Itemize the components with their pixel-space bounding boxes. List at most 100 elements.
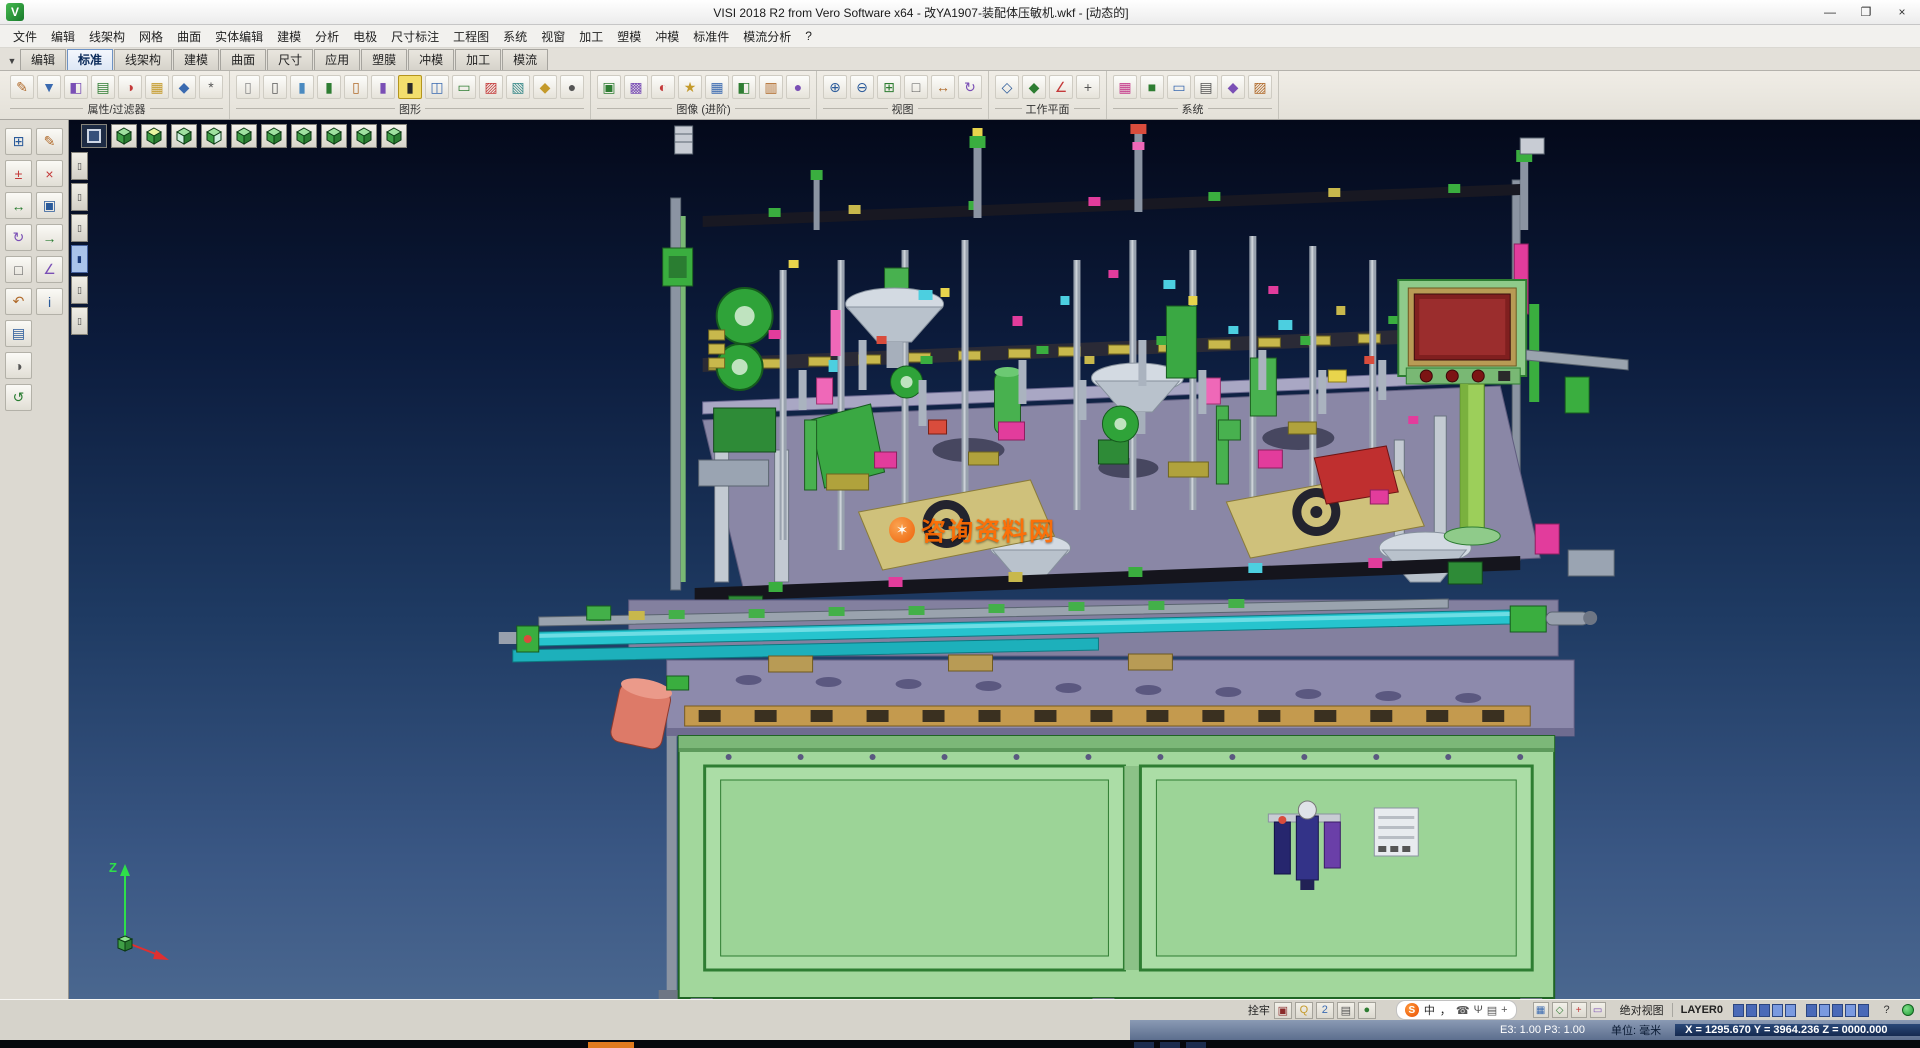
- flat-shaded-icon[interactable]: ▮: [317, 75, 341, 99]
- menu-item[interactable]: 网格: [132, 25, 170, 48]
- dock-panel-6-icon[interactable]: ▯: [71, 307, 88, 335]
- display-settings-icon[interactable]: ▭: [1167, 75, 1191, 99]
- dock-panel-4-icon[interactable]: ▮: [71, 245, 88, 273]
- ime-lang-toggle[interactable]: 中: [1424, 1002, 1435, 1018]
- tab[interactable]: 尺寸: [267, 49, 313, 70]
- wireframe-icon[interactable]: ▯: [236, 75, 260, 99]
- rotate-view-icon[interactable]: ↻: [5, 224, 32, 251]
- menu-item[interactable]: 建模: [270, 25, 308, 48]
- regen-icon[interactable]: ↺: [5, 384, 32, 411]
- view-mode-label[interactable]: 绝对视图: [1620, 1002, 1664, 1018]
- tab[interactable]: 冲模: [408, 49, 454, 70]
- previous-view-icon[interactable]: ↶: [5, 288, 32, 315]
- view-cube-top-icon[interactable]: [141, 124, 167, 148]
- dock-panel-5-icon[interactable]: ▯: [71, 276, 88, 304]
- tab[interactable]: 标准: [67, 49, 113, 70]
- taskbar-tray-item[interactable]: [1160, 1042, 1180, 1048]
- menu-item[interactable]: 文件: [6, 25, 44, 48]
- taskbar-tray-item[interactable]: [1186, 1042, 1206, 1048]
- tab[interactable]: 加工: [455, 49, 501, 70]
- dock-panel-3-icon[interactable]: ▯: [71, 214, 88, 242]
- workplane-face-icon[interactable]: ◆: [1022, 75, 1046, 99]
- tab[interactable]: 模流: [502, 49, 548, 70]
- viewport-3d[interactable]: ▯▯▯▮▯▯: [69, 120, 1920, 999]
- layer-manager-icon[interactable]: ▤: [91, 75, 115, 99]
- view-cube-front-icon[interactable]: [171, 124, 197, 148]
- active-layer-label[interactable]: LAYER0: [1681, 1004, 1723, 1016]
- snap-point-icon[interactable]: ◇: [1552, 1002, 1568, 1018]
- transparency-icon[interactable]: ▧: [506, 75, 530, 99]
- section-view-icon[interactable]: ▭: [452, 75, 476, 99]
- view-cube-iso3-icon[interactable]: [351, 124, 377, 148]
- snap-plane-icon[interactable]: ▭: [1590, 1002, 1606, 1018]
- workplane-origin-icon[interactable]: +: [1076, 75, 1100, 99]
- menu-item[interactable]: 尺寸标注: [384, 25, 446, 48]
- tab-dropdown-icon[interactable]: ▼: [4, 56, 20, 70]
- units-label[interactable]: 单位: 毫米: [1611, 1022, 1661, 1038]
- image-quality-icon[interactable]: ▣: [597, 75, 621, 99]
- measure-icon[interactable]: ∠: [36, 256, 63, 283]
- delete-icon[interactable]: ×: [36, 160, 63, 187]
- view-cube-bottom-icon[interactable]: [291, 124, 317, 148]
- tab[interactable]: 塑膜: [361, 49, 407, 70]
- antialias-icon[interactable]: ▩: [624, 75, 648, 99]
- menu-item[interactable]: 视窗: [534, 25, 572, 48]
- filter-icon[interactable]: ▼: [37, 75, 61, 99]
- zoom-dynamic-icon[interactable]: ±: [5, 160, 32, 187]
- system-grid-icon[interactable]: ▦: [1113, 75, 1137, 99]
- record-icon[interactable]: ▣: [1274, 1002, 1292, 1019]
- match-properties-icon[interactable]: ◧: [64, 75, 88, 99]
- phone-icon[interactable]: ☎: [1456, 1003, 1470, 1018]
- background-icon[interactable]: ▦: [705, 75, 729, 99]
- view-manager-icon[interactable]: ▤: [5, 320, 32, 347]
- menu-item[interactable]: 塑模: [610, 25, 648, 48]
- split-view-icon[interactable]: ◫: [425, 75, 449, 99]
- textured-view-icon[interactable]: ▮: [371, 75, 395, 99]
- menu-item[interactable]: 编辑: [44, 25, 82, 48]
- view-cube-iso2-icon[interactable]: [321, 124, 347, 148]
- snap-grid-icon[interactable]: ▦: [1533, 1002, 1549, 1018]
- material-icon[interactable]: ◆: [533, 75, 557, 99]
- menu-item[interactable]: 系统: [496, 25, 534, 48]
- layer-color-bars[interactable]: [1733, 1004, 1869, 1017]
- hatch-icon[interactable]: ▨: [479, 75, 503, 99]
- chat-icon[interactable]: ●: [1358, 1002, 1376, 1019]
- style-icon[interactable]: ◆: [172, 75, 196, 99]
- menu-item[interactable]: 加工: [572, 25, 610, 48]
- help-icon[interactable]: ?: [1879, 1004, 1894, 1016]
- copy-icon[interactable]: ▣: [36, 192, 63, 219]
- render-advanced-icon[interactable]: ●: [786, 75, 810, 99]
- pan-view-icon[interactable]: ↔: [5, 192, 32, 219]
- step-icon[interactable]: 2: [1316, 1002, 1334, 1019]
- mic-icon[interactable]: Ψ: [1474, 1003, 1483, 1018]
- shade-toggle-icon[interactable]: ◑: [5, 352, 32, 379]
- menu-item[interactable]: 模流分析: [736, 25, 798, 48]
- config-icon[interactable]: ▨: [1248, 75, 1272, 99]
- view-cube-iso4-icon[interactable]: [381, 124, 407, 148]
- attribute-edit-icon[interactable]: ✎: [10, 75, 34, 99]
- zoom-extents-icon[interactable]: □: [904, 75, 928, 99]
- ime-punct-toggle[interactable]: ，: [1440, 1002, 1451, 1018]
- view-cube-left-icon[interactable]: [231, 124, 257, 148]
- gouraud-shaded-icon[interactable]: ▮: [290, 75, 314, 99]
- minimize-button[interactable]: —: [1812, 0, 1848, 24]
- sogou-logo-icon[interactable]: S: [1405, 1003, 1419, 1017]
- dock-panel-1-icon[interactable]: ▯: [71, 152, 88, 180]
- ime-toolbox-icon[interactable]: +: [1501, 1003, 1507, 1018]
- render-icon[interactable]: ●: [560, 75, 584, 99]
- reflection-icon[interactable]: ◧: [732, 75, 756, 99]
- pan-icon[interactable]: ↔: [931, 75, 955, 99]
- macro-icon[interactable]: ◆: [1221, 75, 1245, 99]
- edit-entity-icon[interactable]: ✎: [36, 128, 63, 155]
- highlight-icon[interactable]: ★: [678, 75, 702, 99]
- ime-keyboard-icon[interactable]: ▤: [1487, 1003, 1497, 1018]
- shade-attribute-icon[interactable]: ◑: [118, 75, 142, 99]
- menu-item[interactable]: 工程图: [446, 25, 496, 48]
- view-reset-icon[interactable]: [81, 124, 107, 148]
- workplane-standard-icon[interactable]: ◇: [995, 75, 1019, 99]
- menu-item[interactable]: 分析: [308, 25, 346, 48]
- menu-item[interactable]: 标准件: [686, 25, 736, 48]
- tab[interactable]: 线架构: [114, 49, 172, 70]
- tab[interactable]: 曲面: [220, 49, 266, 70]
- color-table-icon[interactable]: ▦: [145, 75, 169, 99]
